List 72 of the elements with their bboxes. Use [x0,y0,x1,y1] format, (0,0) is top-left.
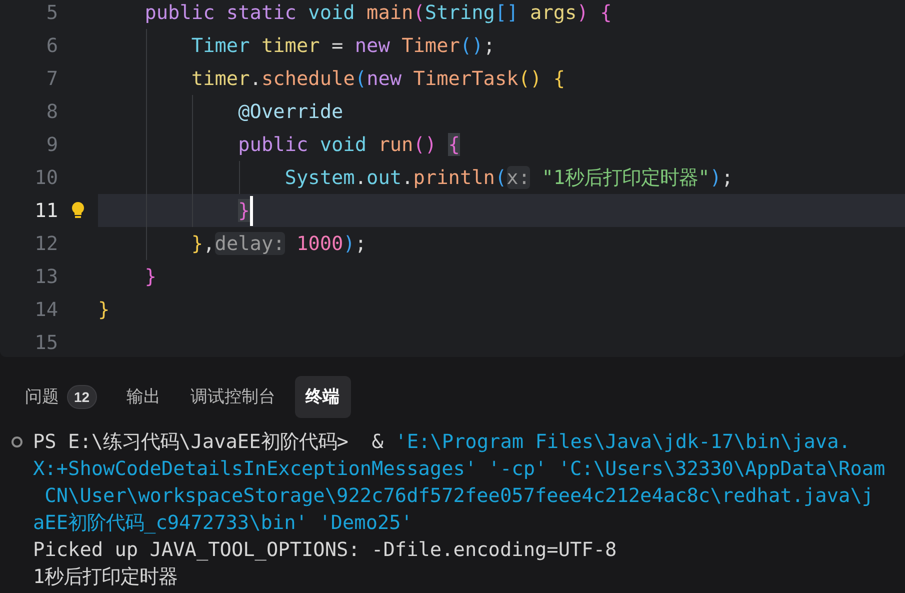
line-number: 7 [45,66,58,92]
terminal-text: PS E:\练习代码\JavaEE初阶代码> & [33,428,384,455]
code-token: String [424,0,495,24]
code-token: . [250,66,262,90]
terminal-text: Picked up JAVA_TOOL_OPTIONS: -Dfile.encoding=UTF-8 [33,536,617,563]
code-token: () { [518,66,566,90]
code-token: ( [354,66,367,90]
code-token: ) [710,166,722,189]
line-number: 13 [34,264,58,290]
code-token: TimerTask [413,66,518,90]
code-token: void [308,0,356,24]
parameter-hint: delay: [214,232,285,255]
line-number: 11 [34,198,58,224]
code-token: [] [494,0,518,24]
code-token: args [530,0,577,24]
keyword: public [238,132,310,156]
terminal-text: aEE初阶代码_c9472733\bin' 'Demo25' [33,510,413,536]
code-token: ; [721,166,734,189]
code-token: = [332,34,344,57]
terminal-text: CN\User\workspaceStorage\922c76df572fee057feee4c212e4ac8c\redhat.java\j [44,482,874,509]
panel-tab[interactable]: 调试控制台 [180,376,287,418]
code-token: main [366,0,414,24]
code-token: ; [483,34,495,57]
code-token: () [413,132,438,156]
lightbulb-icon[interactable] [70,200,86,220]
code-token: } [98,298,110,321]
line-number: 6 [45,32,58,59]
terminal-text: 1秒后打印定时器 [33,564,178,590]
code-token: ; [354,232,367,255]
code-token: . [402,166,414,189]
line-number: 8 [45,98,58,125]
code-token: ( [413,0,425,24]
parameter-hint: x: [506,166,530,189]
code-token: () [460,34,484,57]
text-cursor [250,196,253,226]
keyword: public static [144,0,298,24]
string-literal: "1秒后打印定时器" [542,166,710,189]
line-number: 10 [34,164,58,191]
code-token: ) [343,232,355,255]
code-token: System [284,166,355,189]
code-token: run [378,132,414,156]
code-token: schedule [261,66,355,90]
code-token: , [203,232,215,255]
line-number: 5 [45,0,58,26]
code-token: Timer [402,34,460,57]
line-number: 9 [45,132,58,158]
code-token: out [366,166,402,189]
code-token: timer [191,66,250,90]
code-token: println [413,166,495,189]
panel-tab[interactable]: 问题 12 [14,376,108,418]
code-token: . [354,166,367,189]
code-token: ( [494,166,507,189]
code-token: Timer [191,34,251,57]
terminal-text: X:+ShowCodeDetailsInExceptionMessages' '-cp' 'C:\Users\32330\AppData\Roam [33,456,886,482]
code-token: { [448,132,460,156]
line-number: 12 [34,230,58,257]
code-token: ) { [576,0,612,24]
panel-tab[interactable]: 输出 [116,376,172,418]
number-literal: 1000 [296,232,344,255]
terminal-text: 'E:\Program Files\Java\jdk-17\bin\java. [395,428,850,455]
line-number: 14 [34,296,58,323]
panel-tab[interactable]: 终端 [294,376,351,418]
code-token: } [144,264,156,288]
keyword: new [354,34,391,57]
code-token: } [238,198,250,222]
code-token: void [320,132,368,156]
count-badge: 12 [67,385,97,409]
code-token: timer [261,34,320,57]
line-number: 15 [34,330,58,356]
annotation: @Override [238,100,344,123]
code-token: } [191,232,204,255]
keyword: new [366,66,403,90]
